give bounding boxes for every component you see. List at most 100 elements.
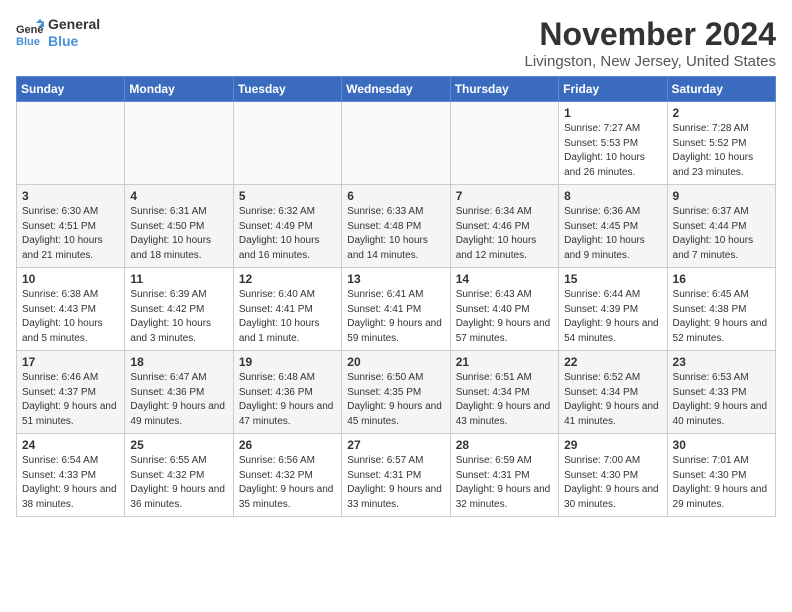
day-number: 15 — [564, 272, 661, 286]
calendar-cell: 7 Sunrise: 6:34 AM Sunset: 4:46 PM Daylig… — [450, 185, 558, 268]
weekday-header-row: SundayMondayTuesdayWednesdayThursdayFrid… — [17, 77, 776, 102]
day-info: Sunrise: 6:55 AM Sunset: 4:32 PM Dayligh… — [130, 454, 227, 512]
title-area: November 2024 Livingston, New Jersey, Un… — [524, 16, 776, 70]
day-number: 3 — [22, 189, 119, 203]
day-number: 1 — [564, 106, 661, 120]
day-number: 28 — [456, 438, 553, 452]
day-number: 26 — [239, 438, 336, 452]
day-number: 17 — [22, 355, 119, 369]
day-info: Sunrise: 6:38 AM Sunset: 4:43 PM Dayligh… — [22, 288, 119, 346]
day-number: 25 — [130, 438, 227, 452]
calendar-cell: 23 Sunrise: 6:53 AM Sunset: 4:33 PM Dayli… — [667, 351, 775, 434]
weekday-header-cell: Tuesday — [233, 77, 341, 102]
day-info: Sunrise: 6:30 AM Sunset: 4:51 PM Dayligh… — [22, 205, 119, 263]
day-number: 27 — [347, 438, 444, 452]
weekday-header-cell: Sunday — [17, 77, 125, 102]
calendar-cell — [450, 102, 558, 185]
day-info: Sunrise: 6:41 AM Sunset: 4:41 PM Dayligh… — [347, 288, 444, 346]
calendar-week-row: 10 Sunrise: 6:38 AM Sunset: 4:43 PM Dayli… — [17, 268, 776, 351]
calendar-cell: 22 Sunrise: 6:52 AM Sunset: 4:34 PM Dayli… — [559, 351, 667, 434]
day-number: 2 — [673, 106, 770, 120]
calendar-cell: 13 Sunrise: 6:41 AM Sunset: 4:41 PM Dayli… — [342, 268, 450, 351]
calendar-cell: 12 Sunrise: 6:40 AM Sunset: 4:41 PM Dayli… — [233, 268, 341, 351]
calendar-cell: 17 Sunrise: 6:46 AM Sunset: 4:37 PM Dayli… — [17, 351, 125, 434]
day-info: Sunrise: 6:40 AM Sunset: 4:41 PM Dayligh… — [239, 288, 336, 346]
calendar-table: SundayMondayTuesdayWednesdayThursdayFrid… — [16, 76, 776, 517]
day-info: Sunrise: 6:54 AM Sunset: 4:33 PM Dayligh… — [22, 454, 119, 512]
calendar-cell: 19 Sunrise: 6:48 AM Sunset: 4:36 PM Dayli… — [233, 351, 341, 434]
weekday-header-cell: Friday — [559, 77, 667, 102]
calendar-cell: 4 Sunrise: 6:31 AM Sunset: 4:50 PM Daylig… — [125, 185, 233, 268]
calendar-week-row: 3 Sunrise: 6:30 AM Sunset: 4:51 PM Daylig… — [17, 185, 776, 268]
calendar-week-row: 1 Sunrise: 7:27 AM Sunset: 5:53 PM Daylig… — [17, 102, 776, 185]
day-number: 13 — [347, 272, 444, 286]
day-info: Sunrise: 6:34 AM Sunset: 4:46 PM Dayligh… — [456, 205, 553, 263]
day-info: Sunrise: 6:37 AM Sunset: 4:44 PM Dayligh… — [673, 205, 770, 263]
location-title: Livingston, New Jersey, United States — [524, 53, 776, 70]
day-number: 29 — [564, 438, 661, 452]
day-number: 5 — [239, 189, 336, 203]
day-info: Sunrise: 6:32 AM Sunset: 4:49 PM Dayligh… — [239, 205, 336, 263]
calendar-cell — [17, 102, 125, 185]
calendar-cell: 1 Sunrise: 7:27 AM Sunset: 5:53 PM Daylig… — [559, 102, 667, 185]
calendar-cell: 9Sunrise: 6:37 AM Sunset: 4:44 PM Daylig… — [667, 185, 775, 268]
calendar-cell: 8 Sunrise: 6:36 AM Sunset: 4:45 PM Daylig… — [559, 185, 667, 268]
day-info: Sunrise: 6:52 AM Sunset: 4:34 PM Dayligh… — [564, 371, 661, 429]
calendar-cell — [125, 102, 233, 185]
day-info: Sunrise: 7:27 AM Sunset: 5:53 PM Dayligh… — [564, 122, 661, 180]
calendar-cell — [342, 102, 450, 185]
calendar-cell: 5 Sunrise: 6:32 AM Sunset: 4:49 PM Daylig… — [233, 185, 341, 268]
day-number: 12 — [239, 272, 336, 286]
day-info: Sunrise: 6:45 AM Sunset: 4:38 PM Dayligh… — [673, 288, 770, 346]
day-info: Sunrise: 6:43 AM Sunset: 4:40 PM Dayligh… — [456, 288, 553, 346]
day-info: Sunrise: 6:33 AM Sunset: 4:48 PM Dayligh… — [347, 205, 444, 263]
calendar-cell: 26 Sunrise: 6:56 AM Sunset: 4:32 PM Dayli… — [233, 434, 341, 517]
day-info: Sunrise: 6:51 AM Sunset: 4:34 PM Dayligh… — [456, 371, 553, 429]
calendar-week-row: 17 Sunrise: 6:46 AM Sunset: 4:37 PM Dayli… — [17, 351, 776, 434]
day-info: Sunrise: 6:48 AM Sunset: 4:36 PM Dayligh… — [239, 371, 336, 429]
day-info: Sunrise: 6:57 AM Sunset: 4:31 PM Dayligh… — [347, 454, 444, 512]
day-info: Sunrise: 6:53 AM Sunset: 4:33 PM Dayligh… — [673, 371, 770, 429]
day-number: 23 — [673, 355, 770, 369]
day-number: 22 — [564, 355, 661, 369]
month-title: November 2024 — [524, 16, 776, 53]
day-info: Sunrise: 6:56 AM Sunset: 4:32 PM Dayligh… — [239, 454, 336, 512]
day-info: Sunrise: 6:36 AM Sunset: 4:45 PM Dayligh… — [564, 205, 661, 263]
logo-blue: Blue — [48, 33, 100, 50]
calendar-cell: 15 Sunrise: 6:44 AM Sunset: 4:39 PM Dayli… — [559, 268, 667, 351]
day-info: Sunrise: 6:31 AM Sunset: 4:50 PM Dayligh… — [130, 205, 227, 263]
calendar-cell: 30Sunrise: 7:01 AM Sunset: 4:30 PM Dayli… — [667, 434, 775, 517]
calendar-cell: 29 Sunrise: 7:00 AM Sunset: 4:30 PM Dayli… — [559, 434, 667, 517]
day-number: 19 — [239, 355, 336, 369]
day-number: 6 — [347, 189, 444, 203]
day-number: 18 — [130, 355, 227, 369]
day-number: 4 — [130, 189, 227, 203]
day-info: Sunrise: 7:01 AM Sunset: 4:30 PM Dayligh… — [673, 454, 770, 512]
calendar-cell: 14Sunrise: 6:43 AM Sunset: 4:40 PM Dayli… — [450, 268, 558, 351]
day-info: Sunrise: 7:00 AM Sunset: 4:30 PM Dayligh… — [564, 454, 661, 512]
day-info: Sunrise: 6:47 AM Sunset: 4:36 PM Dayligh… — [130, 371, 227, 429]
day-info: Sunrise: 7:28 AM Sunset: 5:52 PM Dayligh… — [673, 122, 770, 180]
calendar-body: 1 Sunrise: 7:27 AM Sunset: 5:53 PM Daylig… — [17, 102, 776, 517]
logo: General Blue General Blue — [16, 16, 100, 50]
day-number: 7 — [456, 189, 553, 203]
day-number: 10 — [22, 272, 119, 286]
logo-general: General — [48, 16, 100, 33]
calendar-cell: 28Sunrise: 6:59 AM Sunset: 4:31 PM Dayli… — [450, 434, 558, 517]
page-header: General Blue General Blue November 2024 … — [16, 16, 776, 70]
calendar-cell: 10 Sunrise: 6:38 AM Sunset: 4:43 PM Dayli… — [17, 268, 125, 351]
svg-text:Blue: Blue — [16, 36, 40, 47]
calendar-cell — [233, 102, 341, 185]
logo-icon: General Blue — [16, 19, 44, 47]
weekday-header-cell: Thursday — [450, 77, 558, 102]
calendar-cell: 27 Sunrise: 6:57 AM Sunset: 4:31 PM Dayli… — [342, 434, 450, 517]
calendar-cell: 16 Sunrise: 6:45 AM Sunset: 4:38 PM Dayli… — [667, 268, 775, 351]
day-number: 8 — [564, 189, 661, 203]
day-number: 16 — [673, 272, 770, 286]
calendar-cell: 2 Sunrise: 7:28 AM Sunset: 5:52 PM Daylig… — [667, 102, 775, 185]
calendar-cell: 24Sunrise: 6:54 AM Sunset: 4:33 PM Dayli… — [17, 434, 125, 517]
weekday-header-cell: Monday — [125, 77, 233, 102]
weekday-header-cell: Wednesday — [342, 77, 450, 102]
day-info: Sunrise: 6:46 AM Sunset: 4:37 PM Dayligh… — [22, 371, 119, 429]
day-info: Sunrise: 6:44 AM Sunset: 4:39 PM Dayligh… — [564, 288, 661, 346]
